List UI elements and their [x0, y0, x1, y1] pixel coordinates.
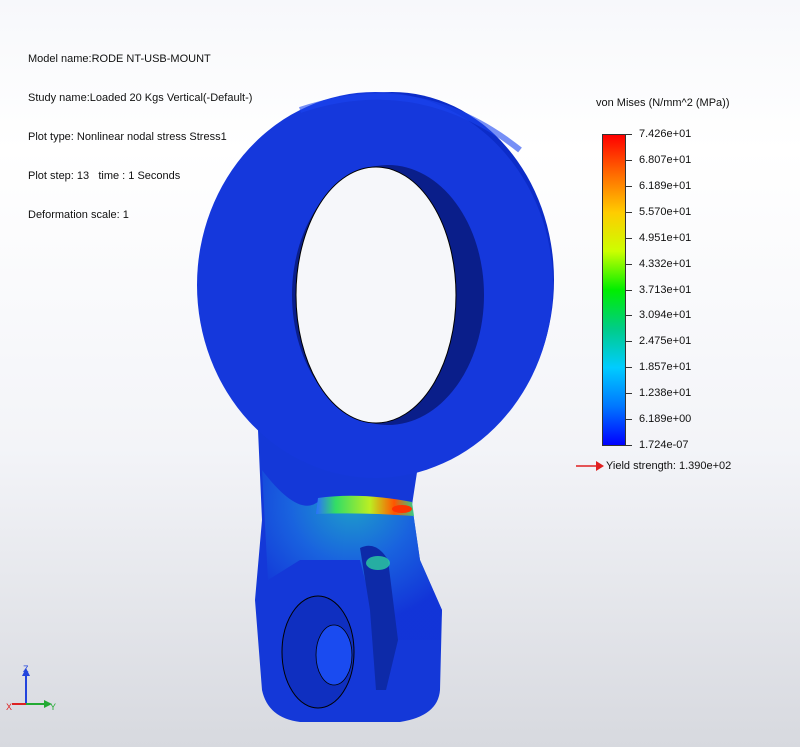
yield-strength-label: Yield strength: 1.390e+02	[606, 460, 732, 472]
legend-tick	[626, 211, 632, 213]
yield-strength: Yield strength: 1.390e+02	[576, 460, 731, 472]
legend-label: 6.189e+01	[639, 179, 692, 192]
legend-label: 3.713e+01	[639, 283, 692, 296]
legend-tick	[626, 289, 632, 291]
legend-label: 6.189e+00	[639, 413, 692, 426]
legend-tick	[626, 367, 632, 369]
legend-tick	[626, 263, 632, 265]
legend-label: 4.332e+01	[639, 257, 692, 270]
legend-title: von Mises (N/mm^2 (MPa))	[596, 97, 730, 109]
legend-label: 7.426e+01	[639, 128, 692, 140]
legend-label: 1.857e+01	[639, 361, 692, 374]
legend-label: 2.475e+01	[639, 335, 692, 348]
stress-peak	[392, 505, 412, 513]
model-viewport[interactable]	[0, 0, 800, 747]
z-label: Z	[23, 664, 29, 674]
legend-label: 1.238e+01	[639, 387, 692, 400]
legend-tick	[626, 341, 632, 343]
legend-tick	[626, 185, 632, 187]
legend-label: 4.951e+01	[639, 231, 692, 244]
yield-arrow-icon	[576, 461, 604, 471]
axis-triad[interactable]: Z Y X	[6, 664, 58, 716]
legend-tick	[626, 315, 632, 317]
legend-tick	[626, 134, 632, 135]
legend-color-bar[interactable]	[602, 134, 626, 446]
legend-label: 1.724e-07	[639, 439, 689, 451]
legend-tick	[626, 445, 632, 446]
slot-highlight	[366, 556, 390, 570]
legend-label: 5.570e+01	[639, 205, 692, 218]
legend-tick	[626, 393, 632, 395]
legend-tick	[626, 159, 632, 161]
pivot-hole-inner	[315, 624, 353, 686]
y-label: Y	[50, 702, 56, 712]
legend-tick	[626, 237, 632, 239]
legend-label: 6.807e+01	[639, 153, 692, 166]
ring-hole	[295, 166, 457, 424]
x-label: X	[6, 702, 12, 712]
legend-tick	[626, 419, 632, 421]
legend-label: 3.094e+01	[639, 309, 692, 322]
